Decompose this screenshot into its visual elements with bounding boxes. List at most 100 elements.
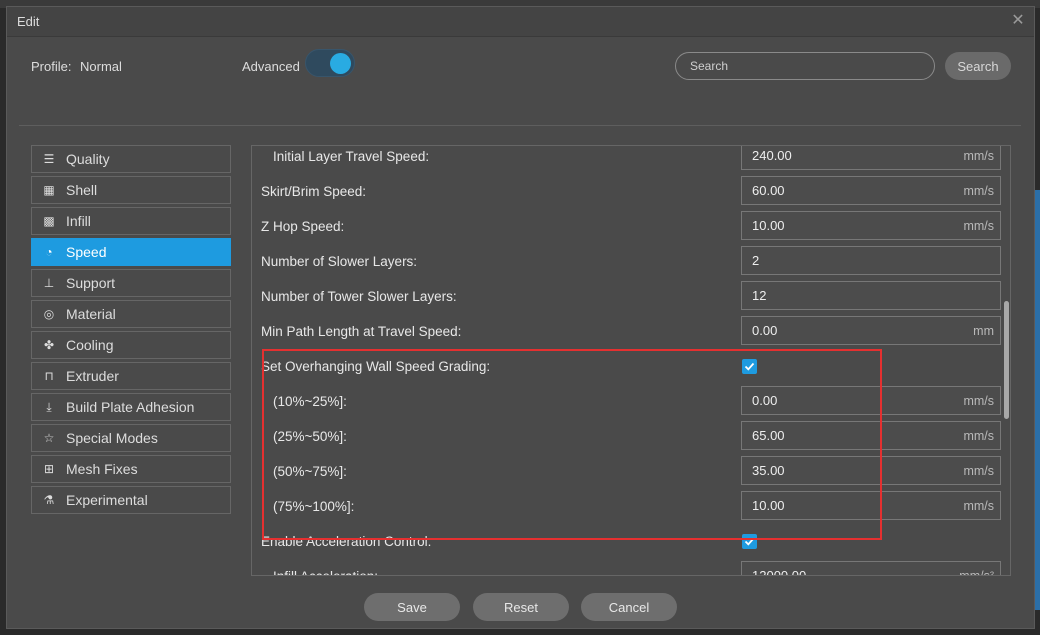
sidebar-item-label: Experimental [66,492,148,508]
header-divider [19,125,1021,126]
field-value: 240.00 [752,148,792,163]
setting-value-field[interactable]: 10.00 mm/s [741,211,1001,240]
settings-row: (10%~25%]: 0.00 mm/s [252,385,1001,420]
setting-label: (10%~25%]: [273,394,347,409]
field-value: 2 [752,253,760,268]
sidebar-item-infill[interactable]: ▩ Infill [31,207,231,235]
speed-icon: ◔ [45,245,53,259]
field-value: 60.00 [752,183,785,198]
dialog-titlebar: Edit ✕ [7,7,1034,37]
sidebar-item-support[interactable]: ⊥ Support [31,269,231,297]
setting-value-field[interactable]: 10.00 mm/s [741,491,1001,520]
save-button[interactable]: Save [364,593,460,621]
field-unit: mm/s [963,429,994,443]
sidebar-item-label: Mesh Fixes [66,461,138,477]
scrollbar-track[interactable] [1000,146,1010,575]
settings-row: Infill Acceleration: 12000.00 mm/s² [252,560,1001,575]
settings-row: Z Hop Speed: 10.00 mm/s [252,210,1001,245]
field-unit: mm [973,324,994,338]
sidebar-item-extruder[interactable]: ⊓ Extruder [31,362,231,390]
profile-label: Profile: [31,59,72,74]
sidebar-item-quality[interactable]: ☰ Quality [31,145,231,173]
reset-button[interactable]: Reset [473,593,569,621]
field-unit: mm/s [963,184,994,198]
setting-label: Skirt/Brim Speed: [261,184,367,199]
setting-value-field[interactable]: 2 [741,246,1001,275]
close-icon[interactable]: ✕ [1010,13,1026,29]
build-plate-icon: ⤓ [46,399,52,414]
sidebar-item-label: Material [66,306,116,322]
sidebar-item-speed[interactable]: ◔ Speed [31,238,231,266]
setting-value-field[interactable]: 0.00 mm/s [741,386,1001,415]
sidebar-item-label: Extruder [66,368,119,384]
setting-checkbox[interactable] [742,534,757,549]
sidebar-item-material[interactable]: ◎ Material [31,300,231,328]
search-input[interactable] [675,52,935,80]
cancel-button[interactable]: Cancel [581,593,677,621]
field-value: 0.00 [752,393,778,408]
setting-label: (75%~100%]: [273,499,355,514]
settings-row: (25%~50%]: 65.00 mm/s [252,420,1001,455]
field-value: 12000.00 [752,568,807,576]
setting-label: Initial Layer Travel Speed: [273,149,430,164]
settings-row: (50%~75%]: 35.00 mm/s [252,455,1001,490]
field-value: 65.00 [752,428,785,443]
cooling-fan-icon: ✤ [43,338,55,352]
sidebar-item-build-plate-adhesion[interactable]: ⤓ Build Plate Adhesion [31,393,231,421]
sidebar-item-label: Cooling [66,337,114,353]
setting-value-field[interactable]: 60.00 mm/s [741,176,1001,205]
setting-label: Number of Tower Slower Layers: [261,289,457,304]
field-unit: mm/s [963,219,994,233]
advanced-label: Advanced [242,59,300,74]
sidebar-item-special-modes[interactable]: ☆ Special Modes [31,424,231,452]
field-value: 35.00 [752,463,785,478]
setting-label: Infill Acceleration: [273,569,378,575]
setting-value-field[interactable]: 65.00 mm/s [741,421,1001,450]
field-value: 10.00 [752,218,785,233]
mesh-fix-icon: ⊞ [43,462,55,476]
field-value: 10.00 [752,498,785,513]
setting-value-field[interactable]: 0.00 mm [741,316,1001,345]
infill-icon: ▩ [43,214,55,228]
field-unit: mm/s [963,149,994,163]
setting-value-field[interactable]: 35.00 mm/s [741,456,1001,485]
setting-label: Min Path Length at Travel Speed: [261,324,462,339]
settings-row: Skirt/Brim Speed: 60.00 mm/s [252,175,1001,210]
settings-panel: Initial Layer Travel Speed: 240.00 mm/s Ski… [251,145,1011,576]
sidebar-item-mesh-fixes[interactable]: ⊞ Mesh Fixes [31,455,231,483]
sidebar-item-label: Speed [66,244,107,260]
setting-label: (25%~50%]: [273,429,347,444]
setting-label: Enable Acceleration Control: [261,534,432,549]
setting-value-field[interactable]: 12000.00 mm/s² [741,561,1001,576]
sidebar-item-label: Infill [66,213,91,229]
setting-value-field[interactable]: 240.00 mm/s [741,146,1001,170]
sidebar-item-shell[interactable]: ▦ Shell [31,176,231,204]
sidebar-item-cooling[interactable]: ✤ Cooling [31,331,231,359]
edit-dialog: Edit ✕ Profile: Normal Advanced Search ☰… [6,6,1035,629]
sidebar-item-label: Support [66,275,116,291]
scrollbar-thumb[interactable] [1004,301,1009,419]
setting-checkbox[interactable] [742,359,757,374]
flask-icon: ⚗ [43,493,55,507]
search-button[interactable]: Search [945,52,1011,80]
sidebar-item-experimental[interactable]: ⚗ Experimental [31,486,231,514]
support-icon: ⊥ [43,276,55,290]
sidebar-item-label: Quality [66,151,110,167]
sidebar-item-label: Build Plate Adhesion [66,399,195,415]
checkmark-icon [744,362,755,371]
quality-icon: ☰ [43,152,55,166]
field-unit: mm/s² [959,569,994,576]
settings-row: Set Overhanging Wall Speed Grading: [252,350,992,385]
dialog-title: Edit [17,14,40,29]
setting-label: Set Overhanging Wall Speed Grading: [261,359,491,374]
sidebar-item-label: Special Modes [66,430,158,446]
material-icon: ◎ [43,307,55,321]
settings-row: Min Path Length at Travel Speed: 0.00 mm [252,315,1001,350]
setting-label: Z Hop Speed: [261,219,345,234]
settings-row: (75%~100%]: 10.00 mm/s [252,490,1001,525]
field-value: 12 [752,288,767,303]
advanced-toggle[interactable] [305,49,355,77]
setting-value-field[interactable]: 12 [741,281,1001,310]
settings-row: Initial Layer Travel Speed: 240.00 mm/s [252,146,1001,175]
field-unit: mm/s [963,464,994,478]
